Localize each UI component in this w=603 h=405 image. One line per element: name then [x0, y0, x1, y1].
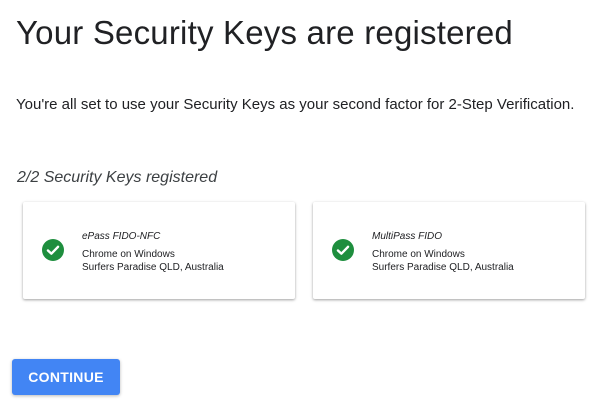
security-key-card: ePass FIDO-NFC Chrome on Windows Surfers… — [23, 202, 295, 299]
key-name: ePass FIDO-NFC — [82, 231, 161, 242]
security-key-card: MultiPass FIDO Chrome on Windows Surfers… — [313, 202, 585, 299]
key-location: Surfers Paradise QLD, Australia — [82, 262, 224, 273]
check-circle-icon — [42, 239, 64, 261]
key-location: Surfers Paradise QLD, Australia — [372, 262, 514, 273]
key-name: MultiPass FIDO — [372, 231, 443, 242]
key-browser: Chrome on Windows — [372, 249, 465, 260]
registered-count: 2/2 Security Keys registered — [17, 169, 218, 186]
page-description: You're all set to use your Security Keys… — [16, 96, 575, 113]
continue-button[interactable]: CONTINUE — [12, 359, 120, 395]
key-details: ePass FIDO-NFC Chrome on Windows Surfers… — [82, 230, 224, 274]
key-details: MultiPass FIDO Chrome on Windows Surfers… — [372, 230, 514, 274]
page-title: Your Security Keys are registered — [16, 14, 513, 51]
key-browser: Chrome on Windows — [82, 249, 175, 260]
check-circle-icon — [332, 239, 354, 261]
